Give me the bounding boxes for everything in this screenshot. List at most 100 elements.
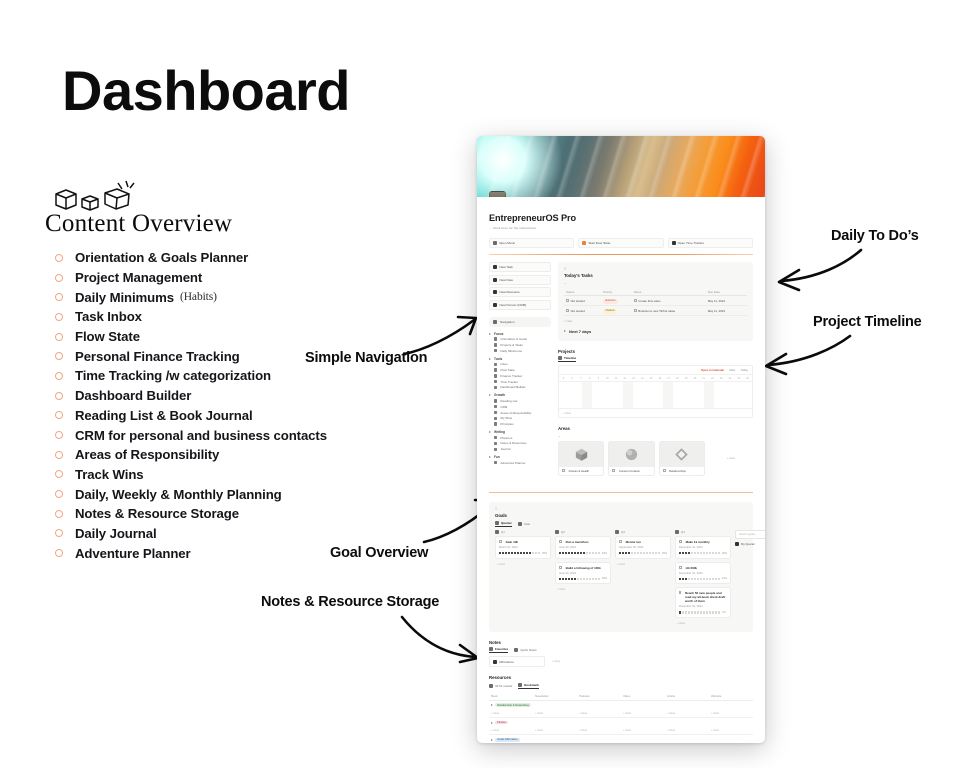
navigation-card[interactable]: Navigation: [489, 316, 551, 327]
mockup-scroll-area[interactable]: EntrepreneurOS Pro → Click here for the …: [477, 136, 765, 743]
area-card[interactable]: Relationships: [658, 440, 705, 476]
notes-new-button[interactable]: + New: [549, 656, 563, 667]
resources-group-header[interactable]: Fitness: [489, 718, 753, 726]
task-due-date[interactable]: May 11, 2024: [705, 295, 741, 307]
resources-cell[interactable]: + New: [533, 726, 577, 734]
resources-column-header[interactable]: Article: [665, 692, 709, 700]
area-card[interactable]: Content Creation: [608, 440, 655, 476]
goals-tab-quarter[interactable]: Quarter: [495, 520, 512, 527]
kanban-new-button[interactable]: + New: [495, 562, 551, 566]
task-name[interactable]: Brainstorm new TikTok ideas: [631, 305, 706, 317]
tasks-new-row[interactable]: + New: [564, 316, 747, 323]
timeline-today-button[interactable]: Today: [741, 368, 748, 372]
resources-cell[interactable]: + New: [665, 709, 709, 717]
task-due-date[interactable]: May 11, 2024: [705, 305, 741, 317]
open-menu-button[interactable]: Open Menu: [489, 238, 575, 248]
goal-card[interactable]: Hit 300k December 31, 2024 21%: [675, 561, 731, 585]
new-resource-button[interactable]: New Resource: [489, 287, 551, 298]
goal-card[interactable]: Mentor ten September 30, 2024 29%: [615, 536, 671, 559]
open-in-calendar-button[interactable]: Open in Calendar: [701, 368, 724, 372]
goal-card[interactable]: Make 1k monthly December 31, 2024 29%: [675, 536, 731, 559]
kanban-column-header[interactable]: Q2: [555, 529, 611, 534]
nav-item[interactable]: Inbox: [489, 362, 551, 366]
nav-item[interactable]: Principles: [489, 422, 551, 426]
resources-column-header[interactable]: Website: [709, 692, 753, 700]
resources-column-header[interactable]: Newsletter: [533, 692, 577, 700]
note-item-affirmations[interactable]: Affirmations: [489, 656, 545, 668]
nav-item[interactable]: Journal: [489, 447, 551, 451]
kanban-column-header[interactable]: Q3: [615, 529, 671, 534]
areas-toggle[interactable]: ⌄: [558, 434, 753, 438]
goals-drag-handle-icon[interactable]: ⠿: [495, 507, 747, 511]
open-time-tracker-button[interactable]: Open Time Tracker: [667, 238, 753, 248]
goals-my-quarter-button[interactable]: My Quarter: [735, 541, 765, 546]
table-column-header[interactable]: Name: [631, 288, 706, 297]
resources-tab[interactable]: Bookmark: [518, 682, 539, 689]
area-new-button[interactable]: + New: [709, 441, 753, 476]
nav-item[interactable]: Projects & Tasks: [489, 343, 551, 347]
goal-card[interactable]: Reach 50 new people and read my all-book…: [675, 587, 731, 618]
area-card[interactable]: Fitness & Health: [558, 440, 605, 476]
resources-cell[interactable]: + New: [489, 726, 533, 734]
resources-row[interactable]: + New + New + New + New + New + New: [489, 709, 753, 719]
todays-tasks-table[interactable]: Status Priority Name Due Date Not started Ex…: [564, 288, 747, 317]
goals-tab-year[interactable]: Year: [517, 521, 530, 526]
resources-column-header[interactable]: Video: [621, 692, 665, 700]
resources-row[interactable]: + New + New + New + New + New + New: [489, 726, 753, 736]
nav-item[interactable]: Daily Minimums: [489, 349, 551, 353]
task-priority[interactable]: Medium: [601, 305, 632, 317]
timeline-filter-button[interactable]: Filter: [729, 368, 735, 372]
new-task-button[interactable]: New Task: [489, 262, 551, 273]
notes-tab[interactable]: Favorites: [489, 647, 509, 654]
table-row[interactable]: Not started Medium Brainstorm new TikTok i…: [564, 305, 747, 317]
task-status[interactable]: Not started: [564, 305, 602, 317]
kanban-new-button[interactable]: + New: [615, 562, 671, 566]
doc-subtitle[interactable]: → Click here for the instructions: [489, 226, 753, 230]
kanban-column-header[interactable]: Q1: [495, 529, 551, 534]
next-7-days-toggle[interactable]: Next 7 days: [564, 329, 747, 334]
resources-group-header[interactable]: Goals Affirmation: [489, 735, 753, 743]
resources-cell[interactable]: + New: [665, 726, 709, 734]
projects-timeline[interactable]: Open in Calendar Filter Today 5 6 7 8 9 10 11 1…: [558, 365, 753, 419]
table-column-header[interactable]: Priority: [601, 288, 632, 297]
nav-group-writing[interactable]: Writing: [489, 430, 551, 434]
resources-column-header[interactable]: Book: [489, 692, 533, 700]
new-person-button[interactable]: New Person (CRM): [489, 299, 551, 310]
drag-handle-icon[interactable]: ⠿: [564, 267, 747, 271]
task-priority[interactable]: Extreme: [601, 295, 632, 307]
nav-group-focus[interactable]: Focus: [489, 332, 551, 336]
projects-timeline-tab[interactable]: Timeline: [558, 356, 577, 363]
task-name[interactable]: Create flow video: [631, 295, 706, 307]
resources-cell[interactable]: + New: [709, 726, 753, 734]
resources-cell[interactable]: + New: [489, 709, 533, 717]
nav-item[interactable]: Finance Tracker: [489, 374, 551, 378]
goal-card[interactable]: Gain 10k March 31, 2024 78%: [495, 536, 551, 559]
page-icon[interactable]: [489, 191, 506, 197]
resources-cell[interactable]: + New: [533, 709, 577, 717]
task-status[interactable]: Not started: [564, 295, 602, 307]
table-column-header[interactable]: Status: [564, 288, 602, 297]
nav-item[interactable]: Adventure Planner: [489, 461, 551, 465]
nav-item[interactable]: CRM: [489, 405, 551, 409]
kanban-new-button[interactable]: + New: [555, 587, 611, 591]
kanban-new-button[interactable]: + New: [675, 621, 731, 625]
table-column-header[interactable]: Due Date: [705, 288, 741, 297]
resources-cell[interactable]: + New: [621, 709, 665, 717]
nav-item[interactable]: Dashboard Builder: [489, 385, 551, 389]
nav-group-fun[interactable]: Fun: [489, 455, 551, 459]
resources-column-header[interactable]: Podcast: [577, 692, 621, 700]
resources-cell[interactable]: + New: [621, 726, 665, 734]
nav-item[interactable]: Flow State: [489, 368, 551, 372]
nav-item[interactable]: Notes & Resources: [489, 441, 551, 445]
start-flow-state-button[interactable]: Start Flow State: [578, 238, 664, 248]
goal-card[interactable]: Run a marathon June 30, 2024 64%: [555, 536, 611, 559]
resources-cell[interactable]: + New: [709, 709, 753, 717]
goals-search-input[interactable]: Search goals...: [735, 529, 765, 539]
nav-item[interactable]: Areas of Responsibility: [489, 411, 551, 415]
resources-tab[interactable]: All 51 results: [489, 683, 512, 688]
nav-item[interactable]: Reading List: [489, 399, 551, 403]
nav-item[interactable]: Orientation & Goals: [489, 337, 551, 341]
nav-item[interactable]: Time Tracker: [489, 380, 551, 384]
nav-item[interactable]: Planners: [489, 436, 551, 440]
nav-group-tools[interactable]: Tools: [489, 357, 551, 361]
